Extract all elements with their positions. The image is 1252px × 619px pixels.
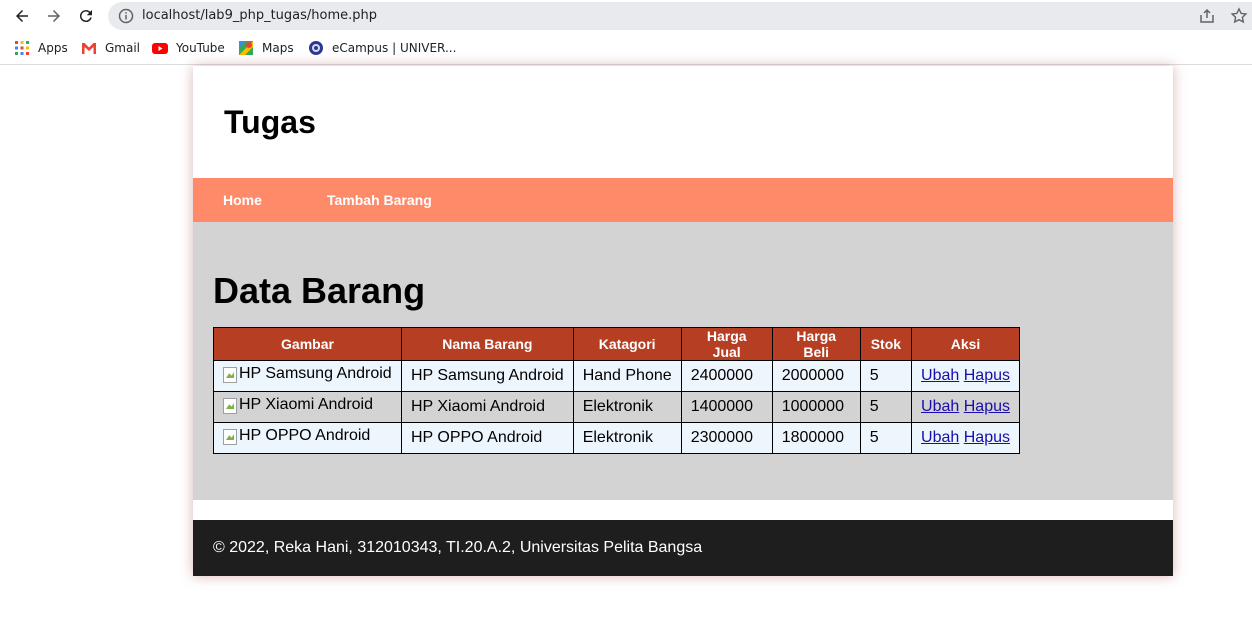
column-header: Aksi — [911, 327, 1020, 361]
bookmark-label: YouTube — [176, 41, 225, 55]
cell-gambar: HP Xiaomi Android — [213, 391, 402, 423]
page-heading: Data Barang — [213, 270, 426, 311]
table-row: HP Samsung Android HP Samsung Android Ha… — [213, 360, 1020, 392]
column-header: Gambar — [213, 327, 402, 361]
footer-text: © 2022, Reka Hani, 312010343, TI.20.A.2,… — [213, 539, 703, 556]
info-icon[interactable] — [118, 8, 134, 24]
site-title: Tugas — [224, 104, 316, 140]
bookmark-label: Gmail — [105, 41, 141, 55]
site-header: Tugas — [193, 66, 1173, 178]
hapus-link[interactable]: Hapus — [964, 398, 1010, 415]
ubah-link[interactable]: Ubah — [921, 367, 959, 384]
image-alt-text: HP Xiaomi Android — [239, 396, 373, 413]
bookmark-ecampus[interactable]: eCampus | UNIVER... — [308, 38, 456, 58]
maps-icon — [239, 41, 253, 55]
column-header: Harga Beli — [771, 327, 861, 361]
gmail-icon — [82, 43, 96, 54]
column-header: Katagori — [572, 327, 682, 361]
image-alt-text: HP OPPO Android — [239, 427, 371, 444]
column-header: Stok — [859, 327, 913, 361]
page-container: Tugas Home Tambah Barang Data Barang Gam… — [193, 66, 1173, 576]
bookmark-youtube[interactable]: YouTube — [152, 38, 225, 58]
broken-image-icon: HP Xiaomi Android — [223, 396, 373, 414]
column-header: Nama Barang — [401, 327, 574, 361]
hapus-link[interactable]: Hapus — [964, 367, 1010, 384]
cell-harga-beli: 1800000 — [771, 422, 861, 454]
cell-stok: 5 — [859, 422, 913, 454]
cell-stok: 5 — [859, 391, 913, 423]
cell-harga-jual: 2400000 — [680, 360, 773, 392]
url-text[interactable]: localhost/lab9_php_tugas/home.php — [142, 2, 377, 30]
image-alt-text: HP Samsung Android — [239, 365, 392, 382]
youtube-icon — [152, 43, 168, 54]
data-table: Gambar Nama Barang Katagori Harga Jual H… — [213, 327, 1020, 454]
bookmarks-bar: Apps Gmail YouTube Maps eCampus | UNIVER… — [0, 32, 1252, 65]
cell-nama: HP OPPO Android — [401, 422, 574, 454]
cell-stok: 5 — [859, 360, 913, 392]
apps-grid-icon — [15, 41, 29, 55]
cell-kategori: Elektronik — [572, 391, 682, 423]
cell-harga-beli: 1000000 — [771, 391, 861, 423]
site-nav: Home Tambah Barang — [193, 178, 1173, 222]
bookmark-label: Apps — [38, 41, 68, 55]
broken-image-icon: HP OPPO Android — [223, 427, 370, 445]
ubah-link[interactable]: Ubah — [921, 398, 959, 415]
cell-harga-jual: 2300000 — [680, 422, 773, 454]
forward-arrow-icon[interactable] — [42, 4, 66, 28]
cell-harga-jual: 1400000 — [680, 391, 773, 423]
table-row: HP OPPO Android HP OPPO Android Elektron… — [213, 422, 1020, 454]
ubah-link[interactable]: Ubah — [921, 429, 959, 446]
cell-gambar: HP OPPO Android — [213, 422, 402, 454]
bookmark-apps[interactable]: Apps — [14, 38, 68, 58]
browser-toolbar: localhost/lab9_php_tugas/home.php — [0, 0, 1252, 32]
bookmark-gmail[interactable]: Gmail — [81, 38, 140, 58]
reload-icon[interactable] — [74, 4, 98, 28]
address-bar[interactable]: localhost/lab9_php_tugas/home.php — [108, 2, 1252, 30]
bookmark-label: Maps — [262, 41, 294, 55]
cell-aksi: Ubah Hapus — [911, 391, 1020, 423]
table-header-row: Gambar Nama Barang Katagori Harga Jual H… — [213, 327, 1020, 361]
bookmark-maps[interactable]: Maps — [238, 38, 294, 58]
hapus-link[interactable]: Hapus — [964, 429, 1010, 446]
cell-nama: HP Samsung Android — [401, 360, 574, 392]
bookmark-star-icon[interactable] — [1230, 7, 1248, 25]
cell-gambar: HP Samsung Android — [213, 360, 402, 392]
cell-harga-beli: 2000000 — [771, 360, 861, 392]
ecampus-icon — [309, 41, 323, 55]
bookmark-label: eCampus | UNIVER... — [332, 41, 457, 55]
cell-aksi: Ubah Hapus — [911, 422, 1020, 454]
table-row: HP Xiaomi Android HP Xiaomi Android Elek… — [213, 391, 1020, 423]
main-content: Data Barang Gambar Nama Barang Katagori … — [193, 222, 1173, 500]
column-header: Harga Jual — [680, 327, 773, 361]
cell-nama: HP Xiaomi Android — [401, 391, 574, 423]
back-arrow-icon[interactable] — [10, 4, 34, 28]
nav-link-home[interactable]: Home — [223, 178, 262, 222]
cell-aksi: Ubah Hapus — [911, 360, 1020, 392]
nav-link-tambah-barang[interactable]: Tambah Barang — [327, 178, 432, 222]
cell-kategori: Elektronik — [572, 422, 682, 454]
cell-kategori: Hand Phone — [572, 360, 682, 392]
broken-image-icon: HP Samsung Android — [223, 365, 392, 383]
site-footer: © 2022, Reka Hani, 312010343, TI.20.A.2,… — [193, 520, 1173, 576]
share-icon[interactable] — [1198, 7, 1216, 25]
